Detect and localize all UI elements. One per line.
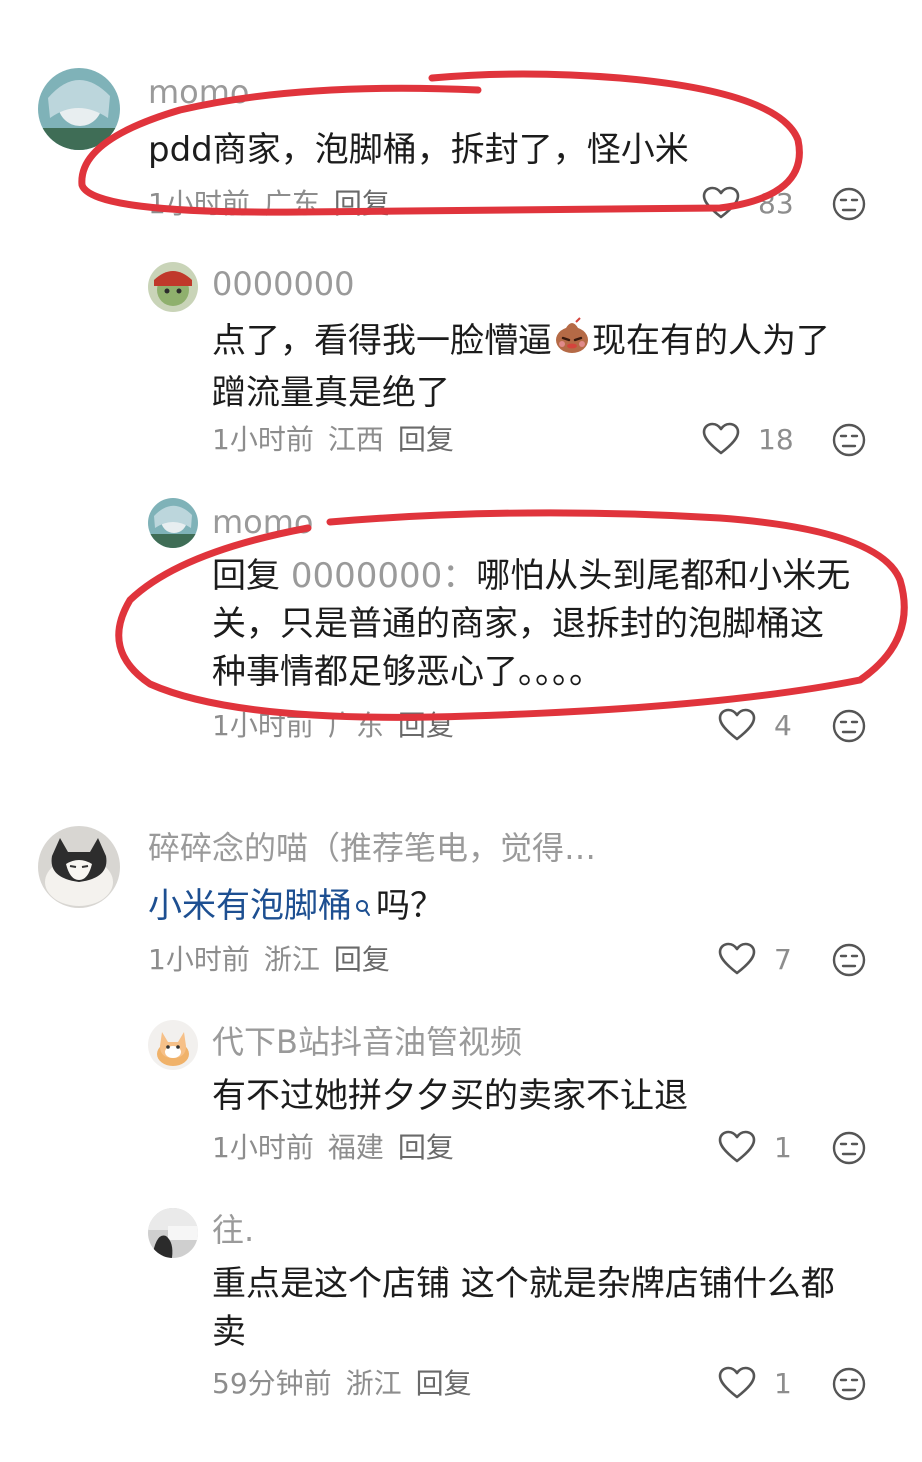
- reply-prefix: 回复: [212, 556, 280, 596]
- dislike-button[interactable]: [832, 187, 866, 225]
- avatar[interactable]: [148, 1208, 198, 1258]
- comment-text-part: 点了，看得我一脸懵逼: [212, 321, 552, 361]
- comment-time: 59分钟前: [212, 1367, 332, 1400]
- username[interactable]: 碎碎念的喵（推荐笔电，觉得…: [148, 828, 596, 868]
- comment-meta: 1小时前 广东 回复: [148, 186, 404, 222]
- like-button[interactable]: 4: [718, 708, 792, 742]
- comment-location: 广东: [327, 709, 384, 742]
- like-button[interactable]: 7: [718, 942, 792, 976]
- heart-outline-icon: [702, 422, 740, 455]
- comment-text: pdd商家，泡脚桶，拆封了，怪小米: [148, 130, 689, 170]
- comment-time: 1小时前: [212, 1131, 314, 1164]
- reply-button[interactable]: 回复: [416, 1367, 472, 1400]
- heart-outline-icon: [718, 1366, 756, 1399]
- comment-meta: 1小时前 江西 回复: [212, 422, 468, 458]
- avatar[interactable]: [148, 262, 198, 312]
- like-count: 18: [758, 422, 794, 456]
- comment-text: 小米有泡脚桶 吗？: [148, 882, 444, 932]
- comment-text: 有不过她拼夕夕买的卖家不让退: [212, 1076, 688, 1116]
- comment-meta: 1小时前 广东 回复: [212, 708, 468, 744]
- like-count: 7: [774, 942, 792, 976]
- dislike-button[interactable]: [832, 1131, 866, 1169]
- reply-button[interactable]: 回复: [398, 709, 454, 742]
- comment-location: 浙江: [263, 943, 320, 976]
- comment-time: 1小时前: [148, 943, 250, 976]
- comment-location: 福建: [327, 1131, 384, 1164]
- like-count: 83: [758, 186, 794, 220]
- like-count: 1: [774, 1130, 792, 1164]
- comment-text-part: 蹭流量真是绝了: [212, 373, 450, 413]
- comment-text-part: 种事情都足够恶心了。。。。: [212, 652, 603, 692]
- dislike-button[interactable]: [832, 943, 866, 981]
- reply-button[interactable]: 回复: [334, 943, 390, 976]
- neutral-face-icon: [832, 187, 866, 221]
- heart-outline-icon: [718, 1130, 756, 1163]
- reply-button[interactable]: 回复: [398, 1131, 454, 1164]
- smirk-emoji-icon: [552, 316, 592, 369]
- dislike-button[interactable]: [832, 1367, 866, 1405]
- comment-time: 1小时前: [212, 709, 314, 742]
- like-button[interactable]: 1: [718, 1366, 792, 1400]
- like-count: 1: [774, 1366, 792, 1400]
- comment-text-part: 现在有的人为了: [592, 321, 830, 361]
- avatar[interactable]: [38, 68, 120, 150]
- comment-text-part: 哪怕从头到尾都和小米无: [476, 556, 851, 596]
- neutral-face-icon: [832, 943, 866, 977]
- comment-text-part: 卖: [212, 1312, 246, 1352]
- heart-outline-icon: [718, 942, 756, 975]
- neutral-face-icon: [832, 423, 866, 457]
- like-count: 4: [774, 708, 792, 742]
- heart-outline-icon: [702, 186, 740, 219]
- search-icon[interactable]: [354, 884, 372, 932]
- comment-location: 浙江: [345, 1367, 402, 1400]
- reply-button[interactable]: 回复: [398, 423, 454, 456]
- avatar[interactable]: [148, 1020, 198, 1070]
- comment-text: 重点是这个店铺 这个就是杂牌店铺什么都 卖: [212, 1260, 882, 1356]
- comment-text: 点了，看得我一脸懵逼 现在有的人为了 蹭流量真是绝了: [212, 316, 872, 417]
- comment-meta: 59分钟前 浙江 回复: [212, 1366, 486, 1402]
- reply-button[interactable]: 回复: [334, 187, 390, 220]
- username[interactable]: 0000000: [212, 264, 355, 304]
- comment-meta: 1小时前 浙江 回复: [148, 942, 404, 978]
- search-link[interactable]: 小米有泡脚桶: [148, 886, 352, 926]
- neutral-face-icon: [832, 709, 866, 743]
- comment-text-part: 重点是这个店铺 这个就是杂牌店铺什么都: [212, 1264, 835, 1304]
- comment-text-part: 关，只是普通的商家，退拆封的泡脚桶这: [212, 604, 824, 644]
- like-button[interactable]: 1: [718, 1130, 792, 1164]
- neutral-face-icon: [832, 1367, 866, 1401]
- avatar[interactable]: [38, 826, 120, 908]
- like-button[interactable]: 83: [702, 186, 794, 220]
- like-button[interactable]: 18: [702, 422, 794, 456]
- comment-time: 1小时前: [212, 423, 314, 456]
- comment-text-part: 吗？: [376, 886, 444, 926]
- comment-meta: 1小时前 福建 回复: [212, 1130, 468, 1166]
- comment-location: 江西: [327, 423, 384, 456]
- reply-to-username[interactable]: 0000000：: [291, 556, 476, 596]
- dislike-button[interactable]: [832, 709, 866, 747]
- comment-location: 广东: [263, 187, 320, 220]
- avatar[interactable]: [148, 498, 198, 548]
- username[interactable]: 往.: [212, 1210, 254, 1250]
- username[interactable]: momo: [148, 72, 250, 112]
- dislike-button[interactable]: [832, 423, 866, 461]
- heart-outline-icon: [718, 708, 756, 741]
- comment-text: 回复 0000000：哪怕从头到尾都和小米无 关，只是普通的商家，退拆封的泡脚桶…: [212, 552, 882, 696]
- comment-time: 1小时前: [148, 187, 250, 220]
- neutral-face-icon: [832, 1131, 866, 1165]
- username[interactable]: momo: [212, 502, 314, 542]
- username[interactable]: 代下B站抖音油管视频: [212, 1022, 522, 1062]
